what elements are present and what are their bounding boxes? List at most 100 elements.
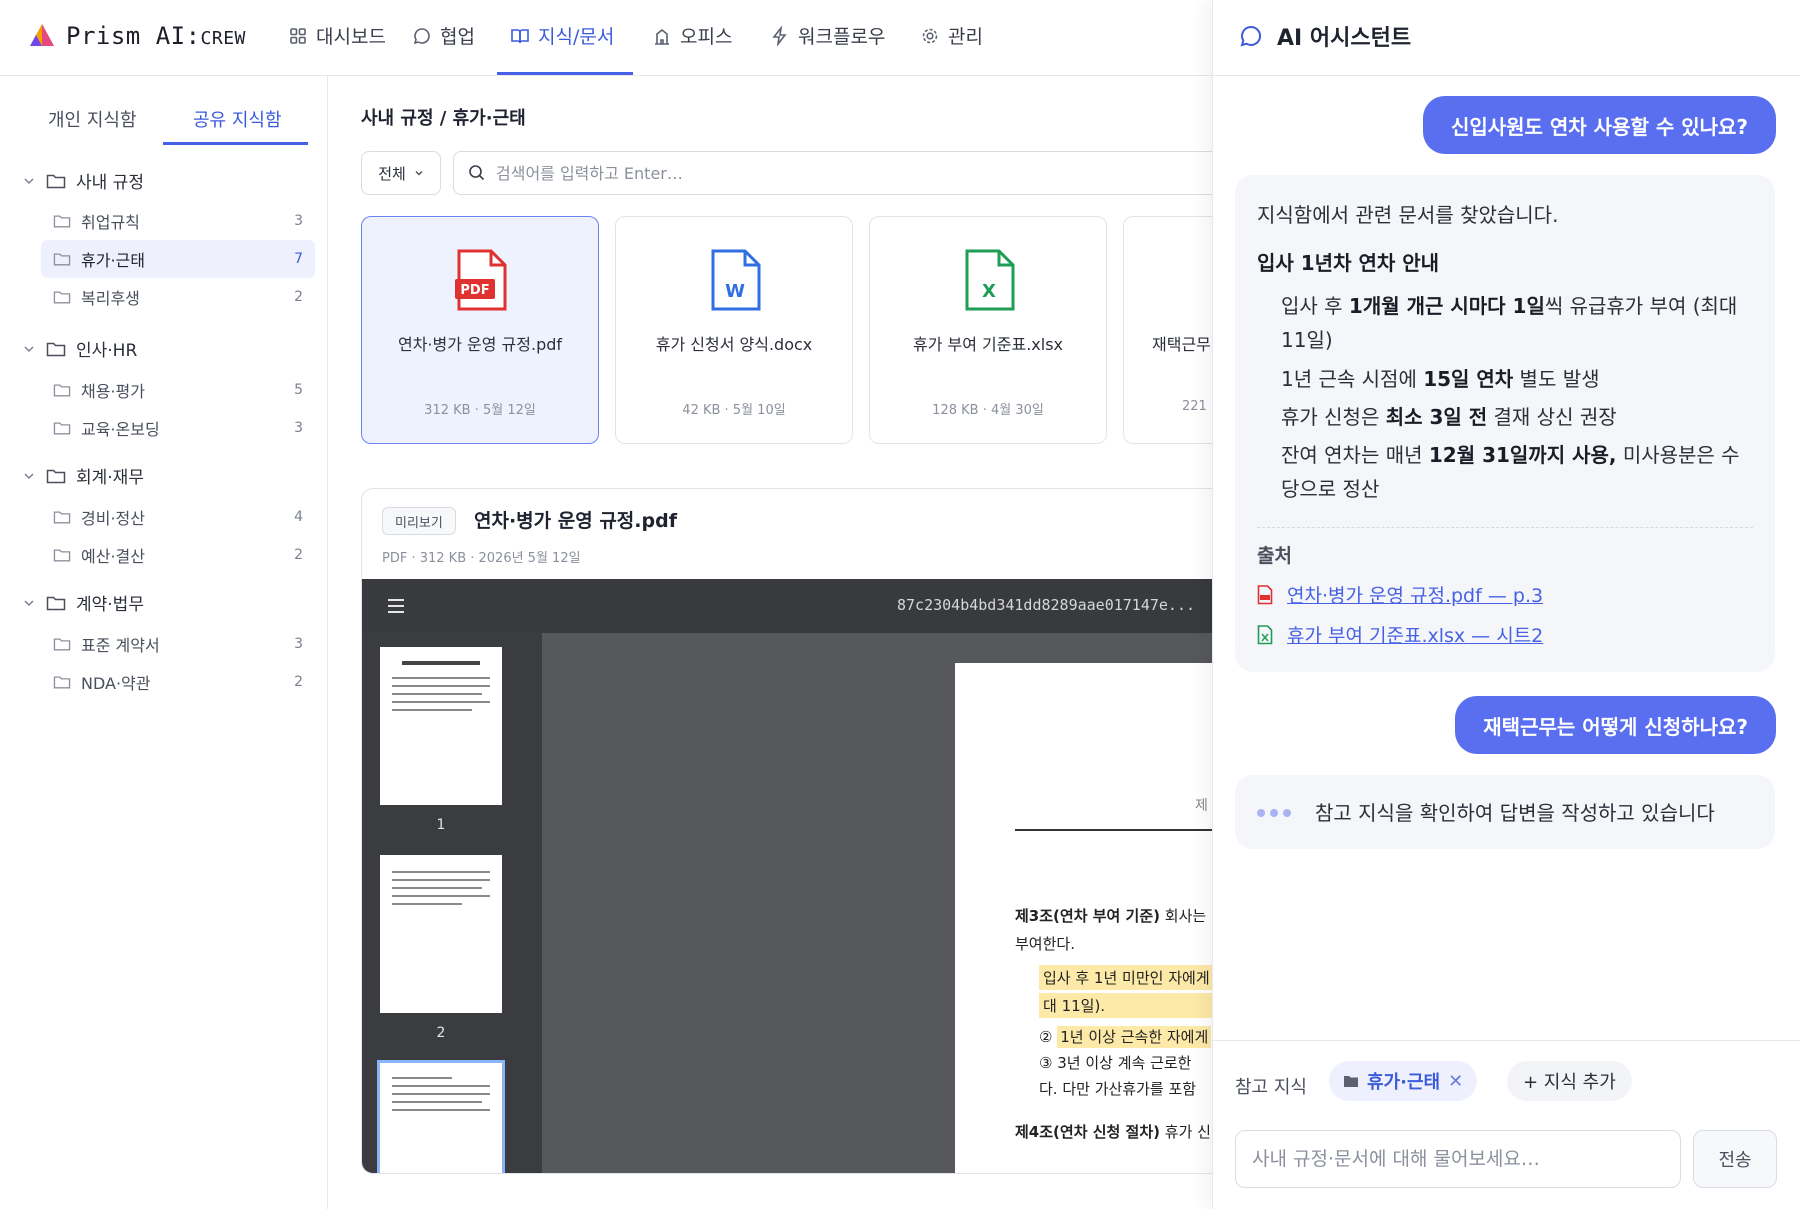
file-card[interactable]: 재택근무 221 xyxy=(1123,216,1212,444)
tab-personal[interactable]: 개인 지식함 xyxy=(48,106,137,132)
source-link-label: 연차·병가 운영 규정.pdf — p.3 xyxy=(1287,585,1544,607)
pdf-thumbnail[interactable] xyxy=(380,855,502,1013)
chevron-down-icon xyxy=(24,177,34,184)
gear-icon xyxy=(922,28,938,43)
nav-dashboard[interactable]: 대시보드 xyxy=(288,22,386,49)
source-link-pdf[interactable]: 연차·병가 운영 규정.pdf — p.3 xyxy=(1257,581,1543,608)
tree-item[interactable]: 경비·정산 4 xyxy=(41,498,315,536)
tree-item-count: 3 xyxy=(294,420,303,436)
main-content: 사내 규정 / 휴가·근태 전체 PDF 연차·병가 운영 규정.pdf 312… xyxy=(329,76,1212,1209)
nav-label: 대시보드 xyxy=(316,26,386,48)
answer-line: 잔여 연차는 매년 12월 31일까지 사용, 미사용분은 수 xyxy=(1281,443,1740,467)
highlighted-text: 입사 후 1년 미만인 자에게 xyxy=(1039,965,1212,990)
excel-file-icon xyxy=(1257,624,1273,644)
answer-line: 1년 근속 시점에 15일 연차 별도 발생 xyxy=(1281,367,1600,391)
user-message: 신입사원도 연차 사용할 수 있나요? xyxy=(1422,96,1776,154)
file-card[interactable]: W 휴가 신청서 양식.docx 42 KB · 5월 10일 xyxy=(615,216,853,444)
tree-item[interactable]: 복리후생 2 xyxy=(41,278,315,316)
nav-active-underline xyxy=(497,72,633,75)
breadcrumb: 사내 규정 / 휴가·근태 xyxy=(361,108,526,129)
user-message: 재택근무는 어떻게 신청하나요? xyxy=(1455,696,1776,754)
tree-group-label: 계약·법무 xyxy=(76,595,144,615)
tree-item[interactable]: 채용·평가 5 xyxy=(41,371,315,409)
file-meta: 42 KB · 5월 10일 xyxy=(682,403,786,418)
folder-icon xyxy=(53,422,71,435)
nav-office[interactable]: 오피스 xyxy=(652,22,732,49)
filter-dropdown[interactable]: 전체 xyxy=(361,151,441,195)
reference-knowledge-row: 참고 지식 휴가·근태 ✕ + 지식 추가 xyxy=(1213,1040,1800,1130)
file-meta: 221 xyxy=(1182,399,1207,414)
svg-text:W: W xyxy=(725,281,745,302)
add-knowledge-button[interactable]: + 지식 추가 xyxy=(1507,1061,1632,1101)
knowledge-tabs: 개인 지식함 공유 지식함 xyxy=(0,76,327,148)
answer-intro: 지식함에서 관련 문서를 찾았습니다. xyxy=(1257,203,1559,227)
tree-group-label: 사내 규정 xyxy=(76,173,144,193)
folder-icon xyxy=(53,215,71,228)
chat-bubble-icon xyxy=(1240,25,1262,47)
folder-icon xyxy=(53,638,71,651)
preview-meta: PDF · 312 KB · 2026년 5월 12일 xyxy=(382,551,581,566)
tree-item-label: 복리후생 xyxy=(81,289,140,308)
nav-knowledge[interactable]: 지식/문서 xyxy=(510,22,614,49)
tree-item-selected[interactable]: 휴가·근태 7 xyxy=(41,240,315,278)
top-nav: Prism AI:CREW 대시보드 협업 지식/문서 오피스 워크플로우 관리 xyxy=(0,0,1212,76)
file-meta: 128 KB · 4월 30일 xyxy=(932,403,1044,418)
answer-line: 당으로 정산 xyxy=(1281,477,1380,501)
pdf-page: 제 제3조(연차 부여 기준) 회사는 부여한다. 입사 후 1년 미만인 자에… xyxy=(955,663,1212,1173)
ai-assistant-panel: AI 어시스턴트 신입사원도 연차 사용할 수 있나요? 지식함에서 관련 문서… xyxy=(1212,0,1800,1209)
answer-line: 입사 후 1개월 개근 시마다 1일씩 유급휴가 부여 (최대 xyxy=(1281,294,1738,318)
nav-collab[interactable]: 협업 xyxy=(412,22,475,49)
search-input[interactable] xyxy=(496,163,1096,183)
tree-group-label: 회계·재무 xyxy=(76,468,144,488)
folder-icon xyxy=(46,174,66,188)
chat-input[interactable] xyxy=(1235,1130,1681,1188)
send-button[interactable]: 전송 xyxy=(1693,1130,1777,1188)
nav-admin[interactable]: 관리 xyxy=(920,22,983,49)
chevron-down-icon xyxy=(24,345,34,352)
file-meta: 312 KB · 5월 12일 xyxy=(424,403,536,418)
close-icon[interactable]: ✕ xyxy=(1448,1071,1463,1092)
tree-item[interactable]: 교육·온보딩 3 xyxy=(41,409,315,447)
tree-item-label: NDA·약관 xyxy=(81,674,151,693)
tree-group-finance[interactable]: 회계·재무 xyxy=(22,463,144,488)
tree-group-label: 인사·HR xyxy=(76,341,138,361)
folder-icon xyxy=(1344,1076,1358,1087)
tree-item[interactable]: NDA·약관 2 xyxy=(41,663,315,701)
reference-chip[interactable]: 휴가·근태 ✕ xyxy=(1329,1061,1478,1101)
tree-group-rules[interactable]: 사내 규정 xyxy=(22,168,144,193)
search-box xyxy=(453,151,1212,195)
nav-label: 워크플로우 xyxy=(798,26,886,48)
file-card[interactable]: X 휴가 부여 기준표.xlsx 128 KB · 4월 30일 xyxy=(869,216,1107,444)
prism-logo-icon xyxy=(30,24,54,46)
brand[interactable]: Prism AI:CREW xyxy=(28,22,246,50)
pdf-thumbnail-selected[interactable] xyxy=(377,1060,505,1173)
assistant-header: AI 어시스턴트 xyxy=(1213,0,1800,76)
reference-chip-label: 휴가·근태 xyxy=(1367,1072,1441,1093)
hamburger-menu-icon[interactable] xyxy=(386,597,406,615)
tree-item[interactable]: 표준 계약서 3 xyxy=(41,625,315,663)
typing-text: 참고 지식을 확인하여 답변을 작성하고 있습니다 xyxy=(1315,801,1715,825)
file-card-selected[interactable]: PDF 연차·병가 운영 규정.pdf 312 KB · 5월 12일 xyxy=(361,216,599,444)
knowledge-tree-sidebar: 개인 지식함 공유 지식함 사내 규정 취업규칙 3 휴가·근태 7 복리후생 … xyxy=(0,76,328,1209)
file-name: 연차·병가 운영 규정.pdf xyxy=(397,335,563,354)
article-item-3: ③ 3년 이상 계속 근로한 xyxy=(1039,1054,1192,1072)
tree-group-hr[interactable]: 인사·HR xyxy=(22,336,137,361)
tree-item[interactable]: 취업규칙 3 xyxy=(41,202,315,240)
tree-group-legal[interactable]: 계약·법무 xyxy=(22,590,144,615)
pdf-page-canvas: 제 제3조(연차 부여 기준) 회사는 부여한다. 입사 후 1년 미만인 자에… xyxy=(542,633,1212,1173)
tab-shared[interactable]: 공유 지식함 xyxy=(193,106,282,132)
lightning-icon xyxy=(772,25,787,46)
pdf-thumbnail[interactable] xyxy=(380,647,502,805)
article-item-2: ② 1년 이상 근속한 자에게 xyxy=(1039,1026,1212,1048)
document-preview: 미리보기 연차·병가 운영 규정.pdf PDF · 312 KB · 2026… xyxy=(361,488,1212,1174)
folder-icon xyxy=(53,253,71,266)
book-icon xyxy=(511,28,529,43)
chat-bubble-icon xyxy=(413,27,430,44)
folder-icon xyxy=(46,596,66,610)
answer-heading: 입사 1년차 연차 안내 xyxy=(1257,251,1440,275)
svg-text:PDF: PDF xyxy=(460,283,489,298)
tree-item[interactable]: 예산·결산 2 xyxy=(41,536,315,574)
nav-label: 지식/문서 xyxy=(538,26,615,48)
nav-workflow[interactable]: 워크플로우 xyxy=(770,22,885,49)
source-link-xlsx[interactable]: 휴가 부여 기준표.xlsx — 시트2 xyxy=(1257,621,1543,648)
